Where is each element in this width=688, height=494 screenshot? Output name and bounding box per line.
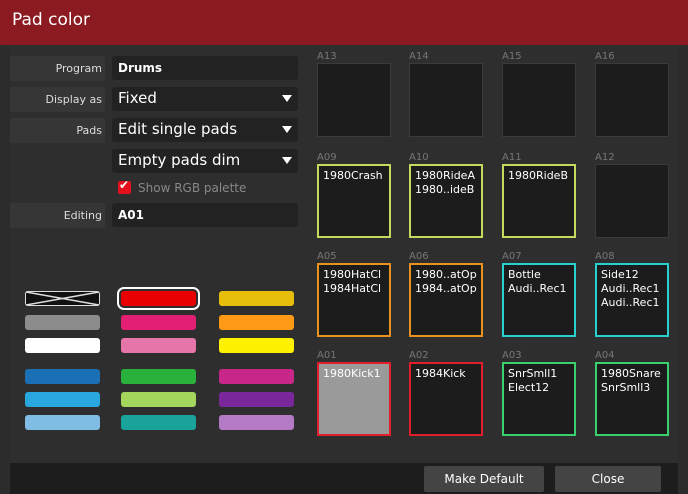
pad-sample-name: 1984HatCl	[323, 282, 382, 295]
empty-pads-value: Empty pads dim	[118, 151, 241, 169]
pad-id-label: A06	[409, 251, 429, 262]
display-as-label: Display as	[45, 93, 102, 106]
color-swatch[interactable]	[121, 338, 196, 353]
checkmark-icon: ✔	[119, 178, 130, 192]
pad-a13[interactable]	[317, 63, 391, 137]
pad-id-label: A05	[317, 251, 337, 262]
pad-a09[interactable]: 1980Crash	[317, 164, 391, 238]
color-swatch[interactable]	[121, 415, 196, 430]
show-rgb-checkbox[interactable]: ✔	[118, 178, 131, 194]
program-label: Program	[55, 62, 102, 75]
pad-sample-name: 1980RideB	[508, 169, 568, 182]
program-field[interactable]: Drums	[112, 56, 298, 80]
pad-a10[interactable]: 1980RideA 1980..ideB	[409, 164, 483, 238]
pad-id-label: A04	[595, 350, 615, 361]
pad-sample-name: 1980RideA	[415, 169, 475, 182]
display-as-dropdown[interactable]: Fixed	[112, 87, 298, 111]
color-swatch[interactable]	[25, 315, 100, 330]
pad-a08[interactable]: Side12 Audi..Rec1 Audi..Rec1	[595, 263, 669, 337]
pad-a12[interactable]	[595, 164, 669, 238]
color-swatch[interactable]	[219, 315, 294, 330]
window-title: Pad color	[12, 10, 90, 30]
editing-label: Editing	[63, 209, 102, 222]
pad-id-label: A07	[502, 251, 522, 262]
pad-sample-name: 1980Snare	[601, 367, 661, 380]
pad-id-label: A11	[502, 152, 522, 163]
pad-sample-name: 1984..atOp	[415, 282, 477, 295]
pad-sample-name: Audi..Rec1	[508, 282, 567, 295]
pads-mode-value: Edit single pads	[118, 120, 238, 138]
close-button[interactable]: Close	[555, 466, 661, 492]
pad-sample-name: Elect12	[508, 381, 550, 394]
color-swatch[interactable]	[219, 338, 294, 353]
color-swatch[interactable]	[121, 369, 196, 384]
pad-id-label: A03	[502, 350, 522, 361]
color-swatch[interactable]	[25, 338, 100, 353]
pad-sample-name: 1980..atOp	[415, 268, 477, 281]
pads-label: Pads	[76, 124, 102, 137]
chevron-down-icon	[282, 95, 292, 102]
pad-id-label: A02	[409, 350, 429, 361]
pad-id-label: A14	[409, 51, 429, 62]
pad-sample-name: 1980Kick1	[323, 367, 381, 380]
swatch-none[interactable]	[25, 291, 100, 306]
color-swatch[interactable]	[25, 392, 100, 407]
display-as-value: Fixed	[118, 89, 157, 107]
pad-a05[interactable]: 1980HatCl 1984HatCl	[317, 263, 391, 337]
pad-id-label: A12	[595, 152, 615, 163]
color-swatch[interactable]	[219, 392, 294, 407]
pad-a14[interactable]	[409, 63, 483, 137]
pad-id-label: A16	[595, 51, 615, 62]
pad-a01[interactable]: 1980Kick1	[317, 362, 391, 436]
pad-a06[interactable]: 1980..atOp 1984..atOp	[409, 263, 483, 337]
pad-a16[interactable]	[595, 63, 669, 137]
make-default-button[interactable]: Make Default	[424, 466, 544, 492]
color-swatch[interactable]	[121, 315, 196, 330]
pad-sample-name: SnrSmll3	[601, 381, 651, 394]
color-swatch[interactable]	[25, 415, 100, 430]
color-swatch[interactable]	[219, 291, 294, 306]
pad-sample-name: 1980Crash	[323, 169, 383, 182]
pad-a04[interactable]: 1980Snare SnrSmll3	[595, 362, 669, 436]
show-rgb-label: Show RGB palette	[138, 181, 247, 195]
editing-field: A01	[112, 203, 298, 227]
pad-id-label: A08	[595, 251, 615, 262]
pad-id-label: A01	[317, 350, 337, 361]
pad-id-label: A15	[502, 51, 522, 62]
title-bar: Pad color	[0, 0, 688, 45]
color-swatch[interactable]	[117, 287, 200, 310]
pad-id-label: A09	[317, 152, 337, 163]
pad-sample-name: 1980HatCl	[323, 268, 382, 281]
pad-sample-name: Side12	[601, 268, 639, 281]
pads-mode-dropdown[interactable]: Edit single pads	[112, 118, 298, 142]
color-swatch[interactable]	[121, 392, 196, 407]
pad-id-label: A10	[409, 152, 429, 163]
empty-pads-dropdown[interactable]: Empty pads dim	[112, 149, 298, 173]
pad-sample-name: 1984Kick	[415, 367, 466, 380]
color-swatch[interactable]	[25, 369, 100, 384]
pad-sample-name: Bottle	[508, 268, 541, 281]
editing-value: A01	[118, 208, 144, 222]
pad-a03[interactable]: SnrSmll1 Elect12	[502, 362, 576, 436]
color-swatch[interactable]	[219, 415, 294, 430]
pad-a11[interactable]: 1980RideB	[502, 164, 576, 238]
color-swatch[interactable]	[219, 369, 294, 384]
pad-a07[interactable]: Bottle Audi..Rec1	[502, 263, 576, 337]
pad-sample-name: 1980..ideB	[415, 183, 475, 196]
pad-id-label: A13	[317, 51, 337, 62]
pad-sample-name: Audi..Rec1	[601, 296, 660, 309]
pad-a02[interactable]: 1984Kick	[409, 362, 483, 436]
chevron-down-icon	[282, 126, 292, 133]
chevron-down-icon	[282, 157, 292, 164]
pad-a15[interactable]	[502, 63, 576, 137]
program-value: Drums	[118, 61, 163, 75]
pad-sample-name: Audi..Rec1	[601, 282, 660, 295]
pad-sample-name: SnrSmll1	[508, 367, 558, 380]
